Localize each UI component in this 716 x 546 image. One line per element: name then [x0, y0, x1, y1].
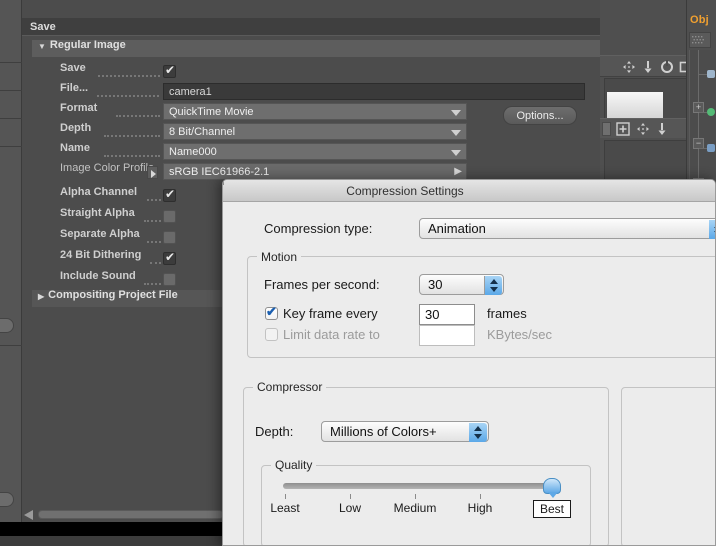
label-image-color-profile: Image Color Profile — [60, 162, 155, 174]
zoom-scale-icon[interactable] — [641, 60, 655, 74]
quality-slider-thumb[interactable] — [543, 478, 561, 498]
chevron-down-icon — [451, 130, 461, 136]
tab-objects[interactable]: Obj — [690, 14, 709, 26]
quality-tick-low[interactable]: Low — [320, 501, 380, 515]
left-toolbar-strip — [0, 0, 22, 546]
checkbox-24bit-dithering[interactable] — [163, 250, 176, 265]
group-title-compressor: Compressor — [253, 380, 327, 394]
section-label-compositing-project-file: Compositing Project File — [48, 289, 178, 301]
label-24bit-dithering: 24 Bit Dithering — [60, 249, 142, 261]
label-key-frame-every: Key frame every — [283, 306, 378, 321]
toolbar-button-b[interactable] — [0, 492, 14, 507]
label-name: Name — [60, 142, 90, 154]
stepper-arrows-icon[interactable] — [484, 276, 502, 295]
viewport-slider-handle[interactable] — [602, 122, 611, 136]
field-image-color-profile[interactable]: sRGB IEC61966-2.1 ▶ — [163, 163, 467, 180]
checkbox-straight-alpha[interactable] — [163, 210, 176, 223]
row-file: File... camera1 — [22, 82, 600, 102]
input-file-name[interactable]: camera1 — [163, 83, 585, 100]
checkbox-save[interactable] — [163, 63, 176, 78]
tree-item-icon-1 — [707, 70, 715, 78]
scale-icon-2[interactable] — [655, 122, 669, 136]
quality-tick-medium[interactable]: Medium — [385, 501, 445, 515]
label-separate-alpha: Separate Alpha — [60, 228, 140, 240]
section-label-regular-image: Regular Image — [49, 39, 126, 51]
dropdown-format-value: QuickTime Movie — [169, 106, 254, 118]
quality-tick-best-selected[interactable]: Best — [533, 500, 571, 518]
dropdown-depth[interactable]: 8 Bit/Channel — [163, 123, 467, 140]
frames-per-second-value: 30 — [428, 277, 443, 292]
dialog-title: Compression Settings — [346, 184, 464, 198]
scrollbar-thumb[interactable] — [38, 510, 224, 519]
label-compression-type: Compression type: — [264, 221, 373, 236]
rotate-icon[interactable] — [660, 60, 674, 74]
dots-grip-icon — [692, 36, 704, 44]
chevron-right-icon-2: ▶ — [454, 166, 462, 177]
dialog-titlebar[interactable]: Compression Settings — [223, 180, 715, 202]
quality-tick-least[interactable]: Least — [255, 501, 315, 515]
chevron-down-icon — [451, 150, 461, 156]
checkbox-alpha-channel[interactable] — [163, 187, 176, 202]
chevron-down-icon — [451, 110, 461, 116]
label-alpha-channel: Alpha Channel — [60, 186, 138, 198]
move-icon-2[interactable] — [636, 122, 650, 136]
label-format: Format — [60, 102, 98, 114]
row-name: Name Name000 — [22, 142, 600, 162]
input-limit-data-rate[interactable] — [419, 325, 475, 346]
input-key-frame-value[interactable]: 30 — [419, 304, 475, 325]
tree-item-icon-2 — [707, 108, 715, 116]
quality-tick-high[interactable]: High — [450, 501, 510, 515]
label-frames-per-second: Frames per second: — [264, 277, 380, 292]
image-color-profile-value: sRGB IEC61966-2.1 — [169, 166, 270, 178]
label-file: File... — [60, 82, 89, 94]
group-title-quality: Quality — [271, 458, 317, 472]
dropdown-compression-type[interactable]: Animation — [419, 218, 715, 239]
compression-type-value: Animation — [428, 221, 486, 236]
row-depth: Depth 8 Bit/Channel — [22, 122, 600, 142]
compression-settings-dialog: Compression Settings Compression type: A… — [222, 179, 716, 546]
horizontal-scrollbar[interactable] — [24, 508, 224, 521]
chevron-right-icon[interactable] — [147, 166, 158, 179]
label-straight-alpha: Straight Alpha — [60, 207, 135, 219]
checkbox-key-frame-every[interactable] — [265, 304, 278, 320]
panel-title-save: Save — [22, 18, 600, 36]
tick-3 — [223, 180, 224, 185]
dropdown-name[interactable]: Name000 — [163, 143, 467, 160]
checkbox-separate-alpha[interactable] — [163, 231, 176, 244]
compressor-preview-panel — [621, 387, 715, 545]
chevron-right-icon: ▶ — [38, 292, 45, 301]
dropdown-format[interactable]: QuickTime Movie — [163, 103, 467, 120]
stepper-arrows-icon[interactable] — [469, 423, 487, 442]
row-save: Save — [22, 62, 600, 82]
move-icon[interactable] — [622, 60, 636, 74]
checkbox-include-sound[interactable] — [163, 273, 176, 286]
label-include-sound: Include Sound — [60, 270, 136, 282]
section-header-regular-image[interactable]: ▼ Regular Image — [32, 39, 600, 57]
quality-slider-track[interactable] — [283, 483, 551, 489]
group-title-motion: Motion — [257, 250, 302, 264]
checkbox-limit-data-rate[interactable] — [265, 328, 278, 341]
tree-item-icon-3 — [707, 144, 715, 152]
toolbar-button-a[interactable] — [0, 318, 14, 333]
viewport-object — [607, 92, 663, 119]
dropdown-depth-compressor[interactable]: Millions of Colors+ — [321, 421, 489, 442]
dropdown-name-value: Name000 — [169, 146, 217, 158]
label-depth: Depth — [60, 122, 92, 134]
stepper-arrows-icon[interactable] — [709, 220, 715, 239]
label-key-frame-unit: frames — [487, 306, 527, 321]
add-box-icon[interactable] — [616, 122, 630, 136]
depth-value: Millions of Colors+ — [330, 424, 437, 439]
scroll-left-arrow-icon[interactable] — [24, 510, 33, 520]
dropdown-depth-value: 8 Bit/Channel — [169, 126, 236, 138]
options-button[interactable]: Options... — [503, 106, 577, 125]
chevron-down-icon: ▼ — [38, 42, 46, 51]
label-depth: Depth: — [255, 424, 294, 439]
object-manager-grip[interactable] — [689, 32, 711, 48]
label-save: Save — [60, 62, 86, 74]
combobox-frames-per-second[interactable]: 30 — [419, 274, 504, 295]
label-limit-data-rate: Limit data rate to — [283, 327, 380, 342]
label-limit-data-rate-unit: KBytes/sec — [487, 327, 553, 342]
